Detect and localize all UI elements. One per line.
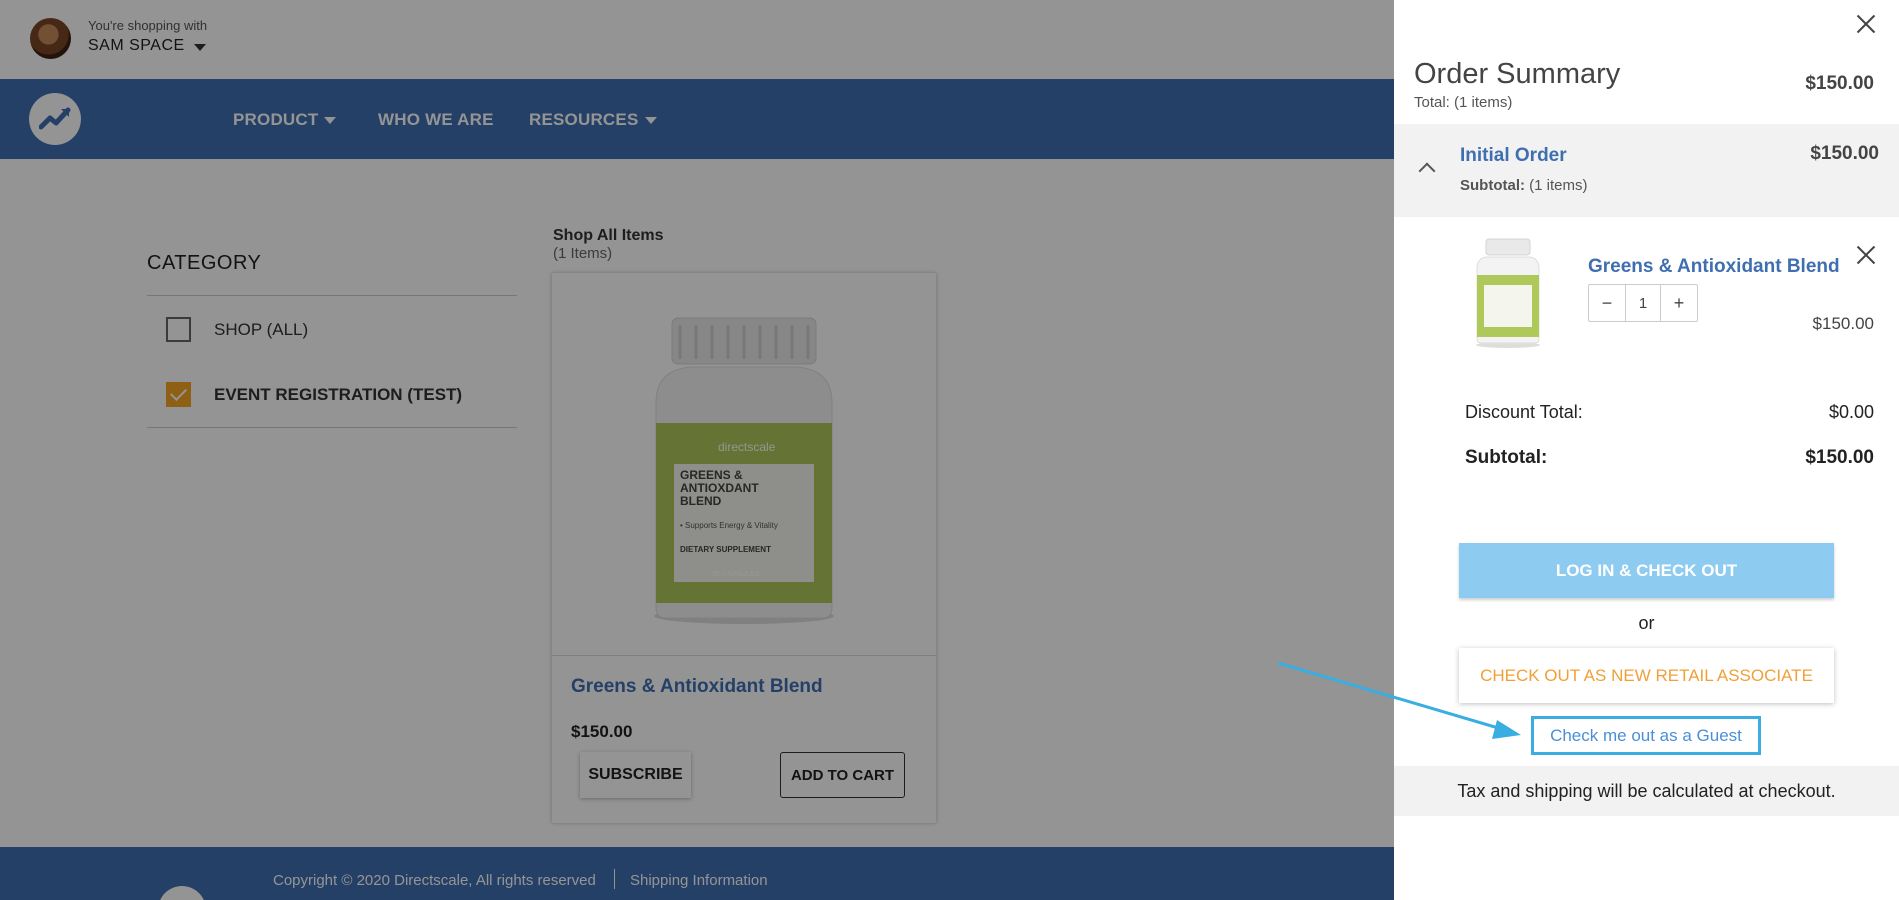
close-icon[interactable] [1856,14,1876,34]
initial-order-title: Initial Order [1460,145,1567,166]
order-total-label: Total: (1 items) [1414,94,1513,111]
cart-item-name[interactable]: Greens & Antioxidant Blend [1588,256,1840,278]
order-total: $150.00 [1805,73,1874,94]
quantity-stepper: − 1 + [1588,284,1698,322]
remove-item-icon[interactable] [1856,245,1876,265]
subtotal-label: Subtotal: [1465,447,1548,468]
quantity-input[interactable]: 1 [1625,285,1661,321]
increment-button[interactable]: + [1661,285,1697,321]
initial-order-price: $150.00 [1810,143,1879,164]
retail-associate-checkout-button[interactable]: CHECK OUT AS NEW RETAIL ASSOCIATE [1459,648,1834,703]
chevron-up-icon[interactable] [1418,162,1436,180]
cart-item-image [1472,235,1544,350]
discount-total-label: Discount Total: [1465,402,1583,422]
order-summary-title: Order Summary [1414,58,1621,90]
initial-order-header[interactable]: Initial Order Subtotal: (1 items) $150.0… [1394,124,1899,217]
guest-checkout-link[interactable]: Check me out as a Guest [1531,716,1761,755]
cart-item-price: $150.00 [1812,314,1874,333]
or-separator: or [1638,613,1655,633]
initial-order-subtotal-count: (1 items) [1529,177,1588,194]
subtotal-value: $150.00 [1805,447,1874,468]
decrement-button[interactable]: − [1589,285,1625,321]
initial-order-subtotal: Subtotal: (1 items) [1460,177,1588,194]
tax-shipping-note: Tax and shipping will be calculated at c… [1394,766,1899,816]
modal-backdrop[interactable] [0,0,1394,900]
discount-total-value: $0.00 [1828,402,1874,422]
cart-drawer: Order Summary Total: (1 items) $150.00 I… [1394,0,1899,900]
login-checkout-button[interactable]: LOG IN & CHECK OUT [1459,543,1834,598]
initial-order-subtotal-label: Subtotal: [1460,177,1525,194]
